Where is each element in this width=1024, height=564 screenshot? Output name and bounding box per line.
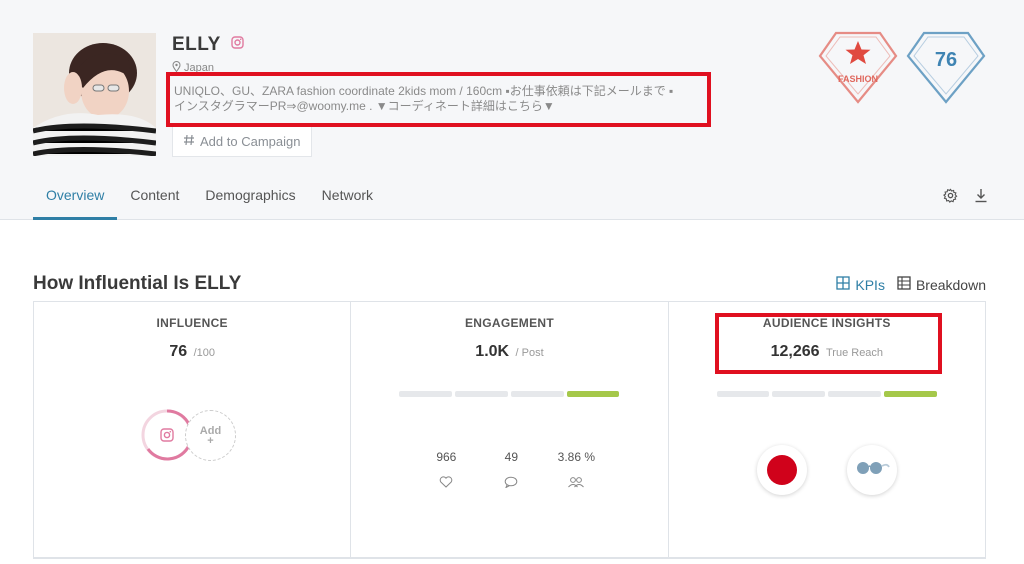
heart-icon (439, 476, 453, 491)
toggle-kpis-label: KPIs (855, 276, 885, 293)
comment-icon (504, 476, 518, 491)
profile-name-row: ELLY (172, 34, 244, 56)
toggle-breakdown[interactable]: Breakdown (897, 276, 986, 293)
influence-unit: /100 (193, 347, 215, 359)
profile-avatar (33, 33, 156, 156)
lower-section-divider (33, 558, 986, 564)
profile-name: ELLY (172, 34, 221, 55)
influence-value: 76 (169, 343, 188, 360)
toggle-kpis[interactable]: KPIs (836, 276, 885, 293)
engagement-bar-segment-active (566, 391, 620, 397)
engagement-stats: 966 49 3.86 % (421, 450, 601, 491)
engagement-value: 1.0K (475, 343, 510, 360)
audience-metric: 12,266 True Reach (669, 343, 985, 361)
audience-title: AUDIENCE INSIGHTS (762, 316, 891, 330)
comments-stat: 49 (486, 450, 536, 491)
engagement-bar-segment (399, 391, 453, 397)
likes-value: 966 (436, 450, 457, 464)
engagement-bar-segment (510, 391, 564, 397)
audience-bar-segment-active (883, 391, 937, 397)
tab-content[interactable]: Content (117, 178, 192, 220)
tab-network[interactable]: Network (309, 178, 386, 220)
influence-score-badge: 76 (906, 30, 986, 106)
add-network-button[interactable]: Add + (185, 410, 236, 461)
add-to-campaign-button[interactable]: Add to Campaign (172, 127, 312, 157)
audience-bar-segment (828, 391, 881, 397)
engagement-title: ENGAGEMENT (464, 316, 554, 330)
hashtag-icon (183, 134, 195, 149)
engagement-rate-value: 3.86 % (557, 450, 595, 464)
section-title: How Influential Is ELLY (33, 273, 242, 294)
influence-card: INFLUENCE 76 /100 Add + (34, 302, 350, 557)
audience-bar-segment (716, 391, 770, 397)
audience-bar-segment (772, 391, 826, 397)
profile-bio-line-1: UNIQLO、GU、ZARA fashion coordinate 2kids … (174, 84, 674, 98)
tab-overview[interactable]: Overview (33, 178, 118, 220)
add-network-label: Add (199, 424, 222, 437)
profile-header: ELLY Japan UNIQLO、GU、ZARA fashion coordi… (0, 0, 1024, 220)
likes-stat: 966 (421, 450, 471, 491)
engagement-metric: 1.0K / Post (351, 343, 667, 361)
fashion-badge-label: FASHION (838, 74, 878, 84)
header-actions (943, 188, 988, 208)
japan-flag-circle[interactable] (756, 445, 807, 495)
kpi-cards: INFLUENCE 76 /100 Add + ENGAGEMENT 1.0K … (33, 301, 986, 558)
score-badge-value: 76 (935, 49, 957, 71)
engagement-bar-segment (455, 391, 508, 397)
influence-metric: 76 /100 (34, 343, 350, 361)
audience-unit: True Reach (825, 347, 884, 359)
people-icon (567, 476, 585, 491)
engagement-card: ENGAGEMENT 1.0K / Post 966 49 3.86 % (350, 302, 667, 557)
audience-value: 12,266 (770, 343, 820, 360)
bio-highlight-box: UNIQLO、GU、ZARA fashion coordinate 2kids … (166, 72, 711, 127)
comments-value: 49 (504, 450, 518, 464)
japan-flag-icon (766, 455, 797, 485)
engagement-rate-stat: 3.86 % (551, 450, 601, 491)
plus-icon: + (207, 434, 214, 447)
audience-glasses-circle[interactable] (846, 445, 897, 495)
audience-card: AUDIENCE INSIGHTS 12,266 True Reach (667, 302, 985, 557)
tab-demographics[interactable]: Demographics (192, 178, 308, 220)
audience-level-bar (716, 391, 937, 397)
download-icon[interactable] (974, 188, 988, 208)
add-to-campaign-label: Add to Campaign (200, 134, 301, 149)
grid-icon (836, 276, 851, 293)
instagram-icon[interactable] (231, 36, 244, 54)
gear-icon[interactable] (943, 188, 958, 208)
glasses-icon (854, 458, 890, 483)
engagement-level-bar (399, 391, 620, 397)
fashion-category-badge: FASHION (818, 30, 898, 106)
toggle-breakdown-label: Breakdown (915, 276, 986, 293)
table-icon (897, 276, 911, 293)
view-toggle: KPIs Breakdown (836, 276, 986, 293)
engagement-unit: / Post (515, 347, 544, 359)
profile-bio-line-2: インスタグラマーPR⇒@woomy.me . ▼コーディネート詳細はこちら▼ (174, 99, 555, 113)
influence-title: INFLUENCE (156, 316, 228, 330)
profile-tabs: Overview Content Demographics Network (33, 178, 386, 220)
